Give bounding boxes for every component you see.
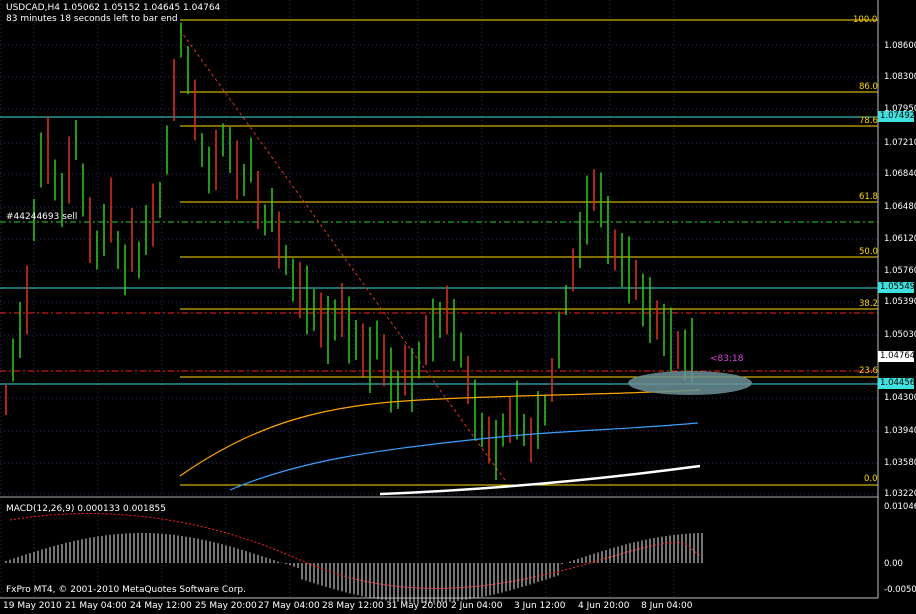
fib-label: 86.0 (859, 82, 878, 92)
time-tick: 31 May 20:00 (386, 601, 448, 611)
fib-label: 61.8 (859, 192, 878, 202)
time-tick: 2 Jun 04:00 (451, 601, 503, 611)
order-label[interactable]: #44244693 sell (6, 212, 77, 222)
fib-label: 50.0 (859, 247, 878, 257)
price-tick: 1.03580 (884, 458, 916, 468)
price-tick: 1.06480 (884, 202, 916, 212)
symbol-header: USDCAD,H4 1.05062 1.05152 1.04645 1.0476… (6, 3, 221, 13)
time-tick: 3 Jun 12:00 (514, 601, 566, 611)
price-tick: 1.08600 (884, 41, 916, 51)
fib-label: 38.2 (859, 299, 878, 309)
fib-label: 23.6 (859, 366, 878, 376)
price-tick: 1.03940 (884, 426, 916, 436)
macd-label: MACD(12,26,9) 0.000133 0.001855 (6, 504, 166, 514)
pane-separator[interactable] (0, 496, 878, 498)
price-tick: 1.04300 (884, 393, 916, 403)
price-tick: 1.03220 (884, 489, 916, 499)
time-tick: 21 May 04:00 (65, 601, 127, 611)
macd-tick: 0.00 (884, 559, 903, 569)
highlight-ellipse[interactable] (628, 371, 752, 395)
price-tag-lower: 1.04456 (878, 378, 916, 389)
bar-timer: 83 minutes 18 seconds left to bar end (6, 14, 178, 24)
price-tick: 1.05390 (884, 297, 916, 307)
price-tag-mid: 1.05549 (878, 282, 916, 293)
ma-white (379, 464, 701, 496)
price-tag-upper: 1.07492 (878, 111, 916, 122)
time-tick: 27 May 04:00 (258, 601, 320, 611)
fib-label: 100.0 (853, 15, 878, 25)
price-tag-current: 1.04764 (878, 351, 916, 362)
fib-label: 78.6 (859, 116, 878, 126)
price-tick: 1.05030 (884, 330, 916, 340)
price-tick: 1.05760 (884, 266, 916, 276)
time-tick: 8 Jun 04:00 (641, 601, 693, 611)
price-tick: 1.06840 (884, 169, 916, 179)
time-tick: 19 May 2010 (3, 601, 62, 611)
time-tick: 28 May 12:00 (322, 601, 384, 611)
time-tick: 4 Jun 20:00 (578, 601, 630, 611)
chart-canvas[interactable] (0, 0, 916, 614)
time-tick: 24 May 12:00 (130, 601, 192, 611)
price-tick: 1.07210 (884, 138, 916, 148)
fib-label: 0.0 (864, 474, 878, 484)
macd-tick: 0.010468 (884, 502, 916, 512)
macd-tick: -0.005083 (884, 585, 916, 595)
ma-blue (229, 422, 699, 491)
fibonacci-lines (180, 19, 878, 486)
price-tick: 1.06120 (884, 234, 916, 244)
price-tick: 1.08300 (884, 72, 916, 82)
copyright-text: FxPro MT4, © 2001-2010 MetaQuotes Softwa… (6, 585, 246, 595)
moving-averages (179, 389, 701, 496)
price-bars (5, 22, 693, 480)
time-tick: 25 May 20:00 (195, 601, 257, 611)
fib-trendline[interactable] (179, 29, 506, 481)
countdown-label: <83:18 (710, 354, 744, 364)
